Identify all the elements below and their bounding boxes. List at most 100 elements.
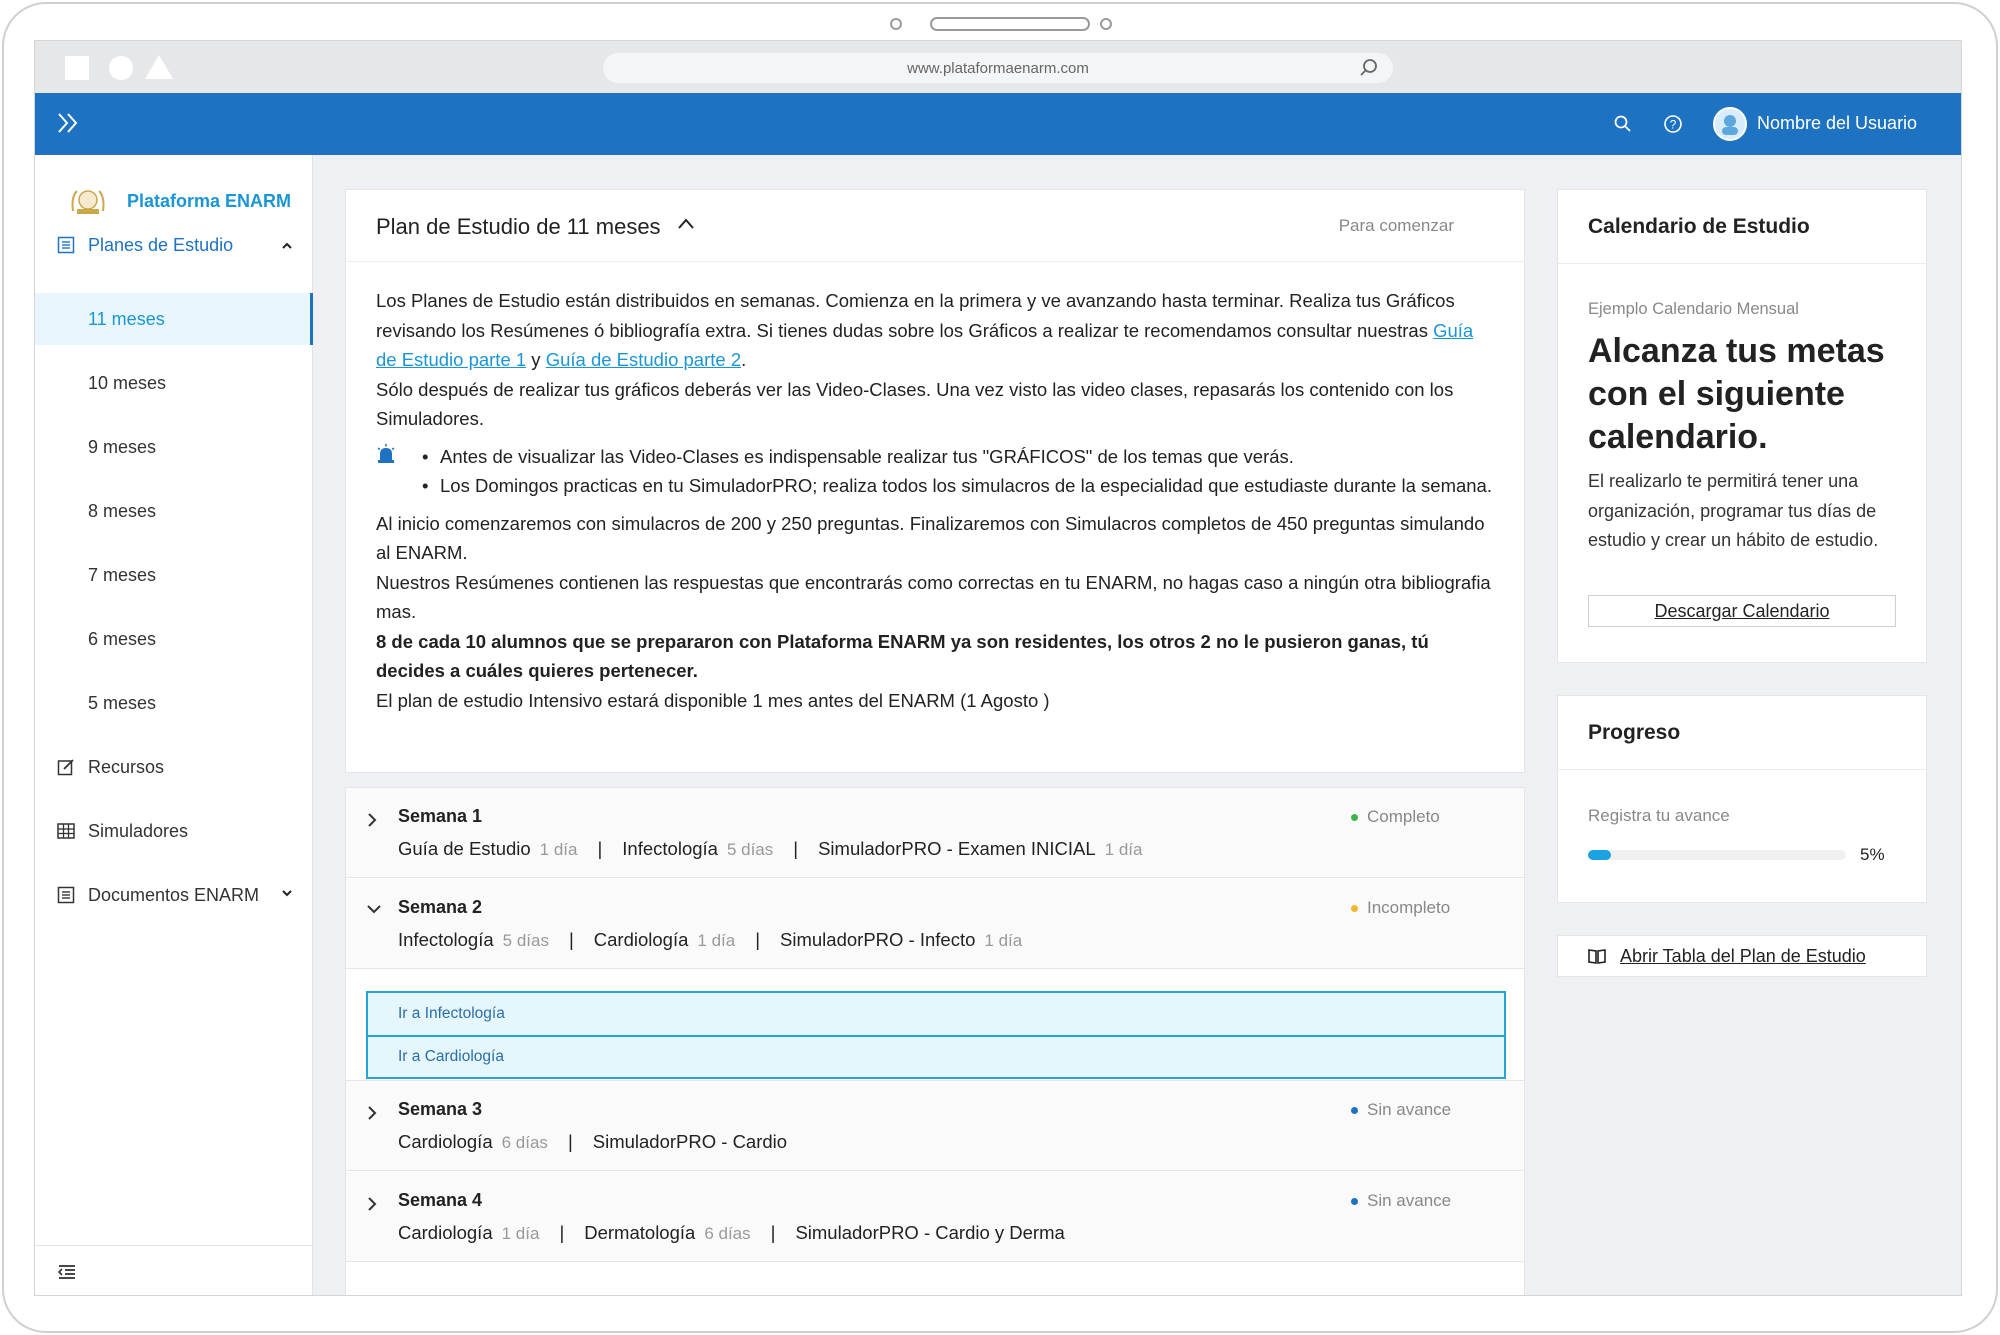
progress-title: Progreso — [1588, 721, 1681, 744]
avatar[interactable] — [1713, 107, 1747, 141]
collapse-menu-icon[interactable] — [57, 1263, 77, 1281]
sidebar-item-label: 8 meses — [88, 500, 157, 521]
topic-name[interactable]: SimuladorPRO - Examen INICIAL — [818, 838, 1096, 860]
chevron-right-icon[interactable] — [366, 1196, 378, 1212]
sidebar-item-label: Recursos — [88, 756, 165, 777]
edit-icon — [57, 759, 74, 776]
topic-duration: 6 días — [501, 1133, 548, 1152]
paragraph: Al inicio comenzaremos con simulacros de… — [376, 512, 1485, 564]
sidebar-item-8-meses[interactable]: 8 meses — [35, 485, 313, 537]
topic-name[interactable]: Cardiología — [594, 929, 689, 951]
sidebar-item-label: 11 meses — [88, 308, 165, 329]
intro-text: Los Planes de Estudio están distribuidos… — [376, 290, 1455, 341]
chevron-up-icon[interactable] — [677, 216, 695, 230]
progress-value: 5% — [1860, 845, 1885, 864]
separator: | — [559, 1222, 565, 1243]
study-guide-part-2-link[interactable]: Guía de Estudio parte 2 — [546, 349, 741, 370]
url-bar[interactable]: www.plataformaenarm.com — [603, 53, 1393, 83]
logo-icon — [71, 190, 105, 214]
intro-text-2: Sólo después de realizar tus gráficos de… — [376, 378, 1454, 430]
list-icon — [57, 236, 75, 254]
search-icon[interactable] — [1613, 114, 1633, 134]
tips-list: Antes de visualizar las Video-Clases es … — [376, 442, 1496, 501]
status-dot — [1351, 904, 1358, 912]
status-dot — [1351, 813, 1358, 821]
topic-name[interactable]: SimuladorPRO - Cardio y Derma — [795, 1222, 1064, 1244]
expand-sidebar-icon[interactable] — [57, 111, 79, 135]
top-bar: ? Nombre del Usuario — [35, 93, 1961, 155]
svg-text:?: ? — [1670, 118, 1677, 132]
sidebar-item-recursos[interactable]: Recursos — [35, 741, 313, 793]
topic-duration: 1 día — [984, 931, 1023, 950]
separator: | — [793, 838, 799, 859]
chevron-down-icon — [282, 890, 292, 897]
circle-icon — [109, 56, 133, 80]
calendar-description: El realizarlo te permitirá tener una org… — [1588, 471, 1879, 550]
week-row[interactable]: Semana 4 Sin avance Cardiología 1 día | D… — [346, 1172, 1524, 1262]
calendar-title: Calendario de Estudio — [1588, 215, 1810, 238]
topic-name[interactable]: Infectología — [622, 838, 718, 860]
download-calendar-button[interactable]: Descargar Calendario — [1588, 595, 1896, 627]
calendar-headline: Alcanza tus metas con el siguiente calen… — [1588, 332, 1885, 456]
topic-duration: 5 días — [726, 840, 774, 859]
sidebar-item-label: 9 meses — [88, 436, 157, 457]
plan-panel: Plan de Estudio de 11 meses Para comenza… — [345, 189, 1525, 773]
sidebar-item-11-meses[interactable]: 11 meses — [35, 293, 313, 345]
url-text: www.plataformaenarm.com — [907, 59, 1089, 77]
sidebar-item-5-meses[interactable]: 5 meses — [35, 677, 313, 729]
sidebar-item-10-meses[interactable]: 10 meses — [35, 357, 313, 409]
link-infectologia[interactable]: Ir a Infectología — [368, 993, 1504, 1035]
chevron-up-icon — [282, 242, 292, 249]
camera-dot-right — [1100, 18, 1112, 30]
sidebar-item-simuladores[interactable]: Simuladores — [35, 805, 313, 857]
sidebar-item-label: Simuladores — [88, 820, 189, 841]
calendar-subtitle: Ejemplo Calendario Mensual — [1588, 300, 1799, 318]
brand-name: Plataforma ENARM — [127, 190, 292, 211]
start-label[interactable]: Para comenzar — [1339, 216, 1454, 236]
topic-name[interactable]: Cardiología — [398, 1131, 493, 1153]
sidebar-item-9-meses[interactable]: 9 meses — [35, 421, 313, 473]
help-icon[interactable]: ? — [1663, 114, 1683, 134]
chevron-down-icon[interactable] — [366, 903, 382, 915]
week-row[interactable]: Semana 1 Completo Guía de Estudio 1 día |… — [346, 788, 1524, 878]
week-row[interactable]: Semana 2 Incompleto Infectología 5 días |… — [346, 879, 1524, 969]
topic-name[interactable]: Cardiología — [398, 1222, 493, 1244]
status-dot — [1351, 1106, 1358, 1114]
brand[interactable]: Plataforma ENARM — [69, 185, 291, 217]
status-text: Completo — [1367, 807, 1440, 826]
topic-name[interactable]: Infectología — [398, 929, 494, 951]
paragraph: Nuestros Resúmenes contienen las respues… — [376, 571, 1491, 623]
sidebar-item-documentos[interactable]: Documentos ENARM — [35, 869, 313, 921]
link-cardiologia[interactable]: Ir a Cardiología — [368, 1035, 1504, 1077]
username[interactable]: Nombre del Usuario — [1757, 113, 1917, 134]
search-icon[interactable] — [1359, 58, 1379, 78]
topic-name[interactable]: Guía de Estudio — [398, 838, 531, 860]
sidebar-item-7-meses[interactable]: 7 meses — [35, 549, 313, 601]
topic-duration: 5 días — [502, 931, 549, 950]
sidebar-item-label: Documentos ENARM — [88, 884, 260, 905]
highlight-paragraph: 8 de cada 10 alumnos que se prepararon c… — [376, 630, 1429, 682]
status-badge: Sin avance — [1351, 1100, 1451, 1120]
progress-bar-fill — [1588, 850, 1612, 860]
user-avatar-icon — [1722, 115, 1738, 135]
sidebar-item-planes[interactable]: Planes de Estudio — [35, 219, 313, 271]
status-text: Incompleto — [1367, 898, 1451, 917]
chevron-right-icon[interactable] — [366, 1105, 378, 1121]
sidebar-item-6-meses[interactable]: 6 meses — [35, 613, 313, 665]
plan-header[interactable]: Plan de Estudio de 11 meses Para comenza… — [346, 190, 1524, 262]
and-text: y — [526, 349, 546, 370]
paragraph: El plan de estudio Intensivo estará disp… — [376, 689, 1050, 711]
open-table-button[interactable]: Abrir Tabla del Plan de Estudio — [1557, 935, 1927, 977]
week-items: Cardiología 1 día | Dermatología 6 días | … — [398, 1222, 1065, 1244]
chevron-right-icon[interactable] — [366, 812, 378, 828]
topic-name[interactable]: SimuladorPRO - Infecto — [780, 929, 975, 951]
topic-name[interactable]: Dermatología — [584, 1222, 695, 1244]
week-title: Semana 4 — [398, 1190, 483, 1210]
week-links: Ir a Infectología Ir a Cardiología — [366, 991, 1506, 1079]
week-row[interactable]: Semana 3 Sin avance Cardiología 6 días | … — [346, 1081, 1524, 1171]
screen: www.plataformaenarm.com ? Nombre del Usu… — [34, 40, 1962, 1296]
status-badge: Incompleto — [1351, 898, 1450, 918]
topic-name[interactable]: SimuladorPRO - Cardio — [593, 1131, 787, 1153]
topic-duration: 6 días — [704, 1224, 751, 1243]
camera-dot-left — [890, 18, 902, 30]
